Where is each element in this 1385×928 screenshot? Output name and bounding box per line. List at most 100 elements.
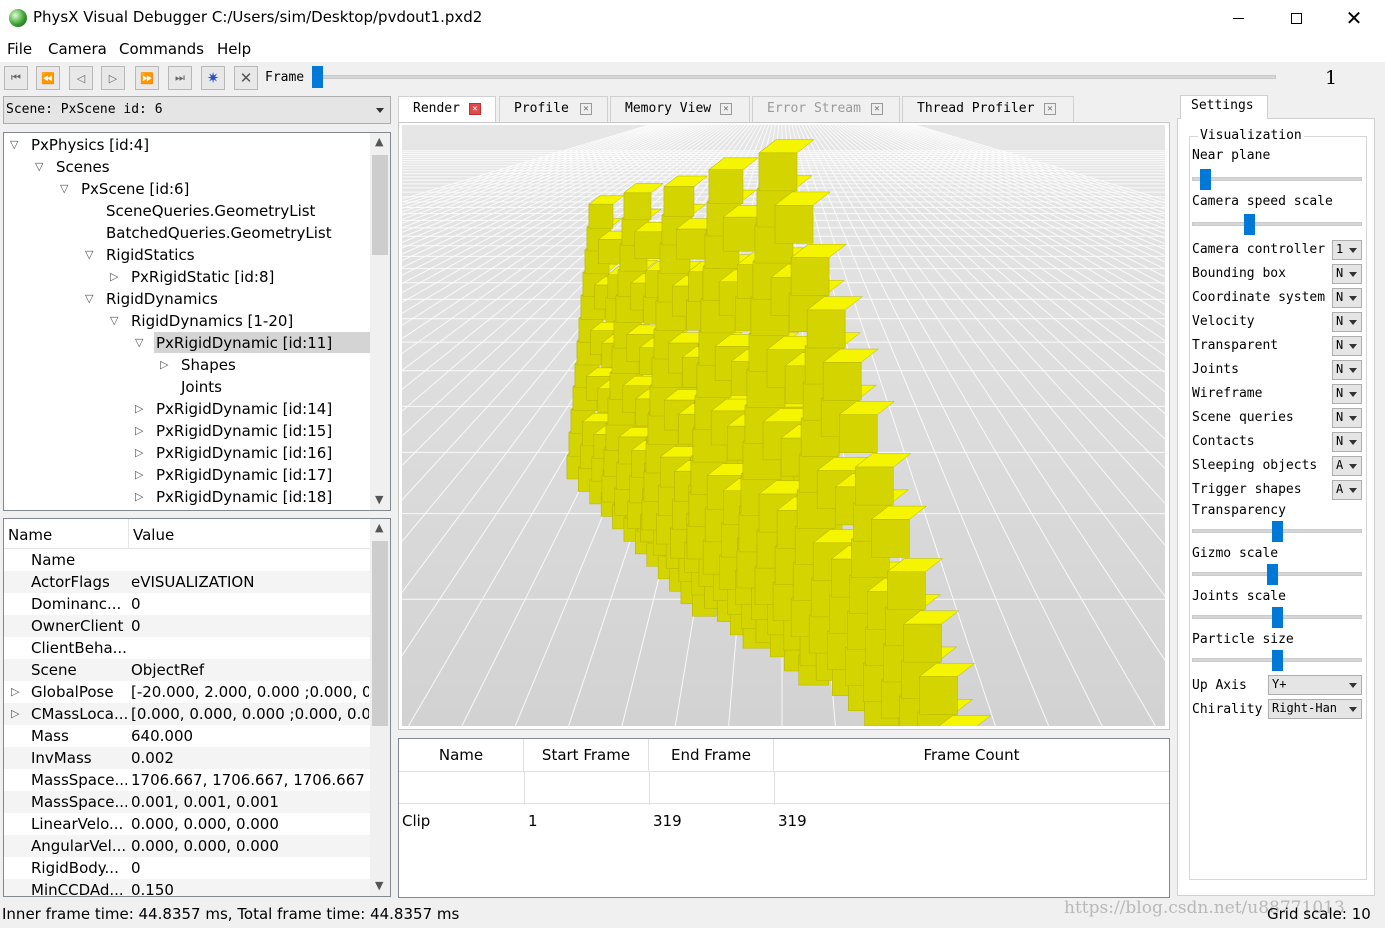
trigger-shapes-dropdown[interactable]: A: [1332, 480, 1362, 500]
scroll-up-icon[interactable]: ▲: [375, 135, 383, 148]
tree-node[interactable]: ▽ PxPhysics [id:4]: [4, 134, 370, 156]
up-axis-dropdown[interactable]: Y+: [1268, 675, 1362, 695]
rigid-box[interactable]: [774, 191, 831, 244]
clips-header-end[interactable]: End Frame: [649, 739, 774, 771]
tree-node[interactable]: ▷ PxRigidDynamic [id:17]: [4, 464, 370, 486]
scene-render[interactable]: [402, 125, 1165, 726]
minimize-button[interactable]: [1215, 0, 1261, 36]
menu-help[interactable]: Help: [217, 40, 251, 58]
rigid-box[interactable]: [854, 453, 912, 506]
tree-node[interactable]: ▽ RigidStatics: [4, 244, 370, 266]
gizmo-scale-slider-handle[interactable]: [1266, 564, 1278, 585]
near-plane-slider[interactable]: [1192, 177, 1362, 181]
scroll-down-icon[interactable]: ▼: [375, 493, 383, 506]
property-row[interactable]: Scene ObjectRef: [4, 659, 370, 681]
camera-controller-dropdown[interactable]: 1: [1332, 240, 1362, 260]
menu-camera[interactable]: Camera: [48, 40, 107, 58]
column-name[interactable]: Name: [8, 526, 52, 544]
clips-header-name[interactable]: Name: [399, 739, 524, 771]
expand-arrow-icon[interactable]: ▽: [10, 134, 18, 156]
menu-file[interactable]: File: [7, 40, 32, 58]
camera-speed-slider-handle[interactable]: [1244, 214, 1256, 235]
rigid-box[interactable]: [838, 400, 896, 454]
disconnect-button[interactable]: ✕: [234, 66, 258, 90]
property-row[interactable]: Name: [4, 549, 370, 571]
play-button[interactable]: ▷: [101, 66, 125, 90]
tree-node[interactable]: ▽ PxScene [id:6]: [4, 178, 370, 200]
joints-dropdown[interactable]: N: [1332, 360, 1362, 380]
property-row[interactable]: InvMass 0.002: [4, 747, 370, 769]
property-row[interactable]: MassSpace... 1706.667, 1706.667, 1706.667: [4, 769, 370, 791]
collapse-arrow-icon[interactable]: ▷: [160, 354, 168, 376]
tab-profile[interactable]: Profile ✕: [499, 96, 608, 122]
frame-slider[interactable]: [312, 75, 1276, 79]
property-row[interactable]: RigidBody... 0: [4, 857, 370, 879]
clips-table[interactable]: Name Start Frame End Frame Frame Count C…: [398, 738, 1170, 898]
clips-header-count[interactable]: Frame Count: [774, 739, 1169, 771]
bounding-box-dropdown[interactable]: N: [1332, 264, 1362, 284]
scene-queries-dropdown[interactable]: N: [1332, 408, 1362, 428]
collapse-arrow-icon[interactable]: ▷: [110, 266, 118, 288]
tree-node[interactable]: ▽ RigidDynamics [1-20]: [4, 310, 370, 332]
menu-commands[interactable]: Commands: [119, 40, 204, 58]
rigid-box[interactable]: [886, 557, 944, 611]
property-row[interactable]: MinCCDAd... 0.150: [4, 879, 370, 896]
contacts-dropdown[interactable]: N: [1332, 432, 1362, 452]
wireframe-dropdown[interactable]: N: [1332, 384, 1362, 404]
property-row[interactable]: ▷ GlobalPose [-20.000, 2.000, 0.000 ;0.000…: [4, 681, 370, 703]
tree-node[interactable]: ▷ PxRigidDynamic [id:16]: [4, 442, 370, 464]
tree-node[interactable]: ▷ PxRigidDynamic [id:15]: [4, 420, 370, 442]
close-icon[interactable]: ✕: [871, 103, 883, 115]
property-row[interactable]: Dominanc... 0: [4, 593, 370, 615]
property-row[interactable]: ▷ CMassLoca... [0.000, 0.000, 0.000 ;0.000…: [4, 703, 370, 725]
tree-node[interactable]: ▽ RigidDynamics: [4, 288, 370, 310]
tree-node[interactable]: ▽ Scenes: [4, 156, 370, 178]
step-back-button[interactable]: ⏪: [36, 66, 60, 90]
tree-node[interactable]: ▽ PxRigidDynamic [id:11]: [4, 332, 370, 354]
coordinate-system-dropdown[interactable]: N: [1332, 288, 1362, 308]
first-frame-button[interactable]: ⏮: [4, 66, 28, 90]
tab-error-stream[interactable]: Error Stream ✕: [752, 96, 900, 122]
property-row[interactable]: MassSpace... 0.001, 0.001, 0.001: [4, 791, 370, 813]
collapse-arrow-icon[interactable]: ▷: [135, 398, 143, 420]
rigid-box[interactable]: [806, 296, 863, 349]
expand-arrow-icon[interactable]: ▽: [135, 332, 143, 354]
rigid-box[interactable]: [822, 348, 880, 401]
expand-arrow-icon[interactable]: ▽: [85, 244, 93, 266]
expand-arrow-icon[interactable]: ▽: [35, 156, 43, 178]
property-row[interactable]: AngularVel... 0.000, 0.000, 0.000: [4, 835, 370, 857]
tab-thread-profiler[interactable]: Thread Profiler ✕: [902, 96, 1074, 122]
step-forward-button[interactable]: ⏩: [135, 66, 159, 90]
velocity-dropdown[interactable]: N: [1332, 312, 1362, 332]
rigid-box[interactable]: [918, 662, 976, 716]
tree-scrollbar[interactable]: ▲ ▼: [370, 133, 390, 510]
sleeping-objects-dropdown[interactable]: A: [1332, 456, 1362, 476]
collapse-arrow-icon[interactable]: ▷: [135, 420, 143, 442]
column-value[interactable]: Value: [133, 526, 174, 544]
transparent-dropdown[interactable]: N: [1332, 336, 1362, 356]
scroll-up-icon[interactable]: ▲: [375, 521, 383, 534]
tab-render[interactable]: Render ✕: [398, 96, 496, 123]
expand-arrow-icon[interactable]: ▽: [110, 310, 118, 332]
tree-node[interactable]: Joints: [4, 376, 370, 398]
camera-speed-slider[interactable]: [1192, 222, 1362, 226]
play-backward-button[interactable]: ◁: [69, 66, 93, 90]
property-row[interactable]: ActorFlags eVISUALIZATION: [4, 571, 370, 593]
collapse-arrow-icon[interactable]: ▷: [135, 442, 143, 464]
tab-settings[interactable]: Settings: [1180, 95, 1268, 119]
property-grid[interactable]: Name Value Name ActorFlags eVISUALIZATION D…: [3, 518, 391, 897]
property-row[interactable]: Mass 640.000: [4, 725, 370, 747]
table-row[interactable]: Clip 1 319 319: [399, 771, 1169, 830]
property-row[interactable]: ClientBeha...: [4, 637, 370, 659]
scroll-down-icon[interactable]: ▼: [375, 879, 383, 892]
property-scroll-thumb[interactable]: [372, 541, 388, 726]
close-icon[interactable]: ✕: [469, 103, 481, 115]
expand-arrow-icon[interactable]: ▽: [60, 178, 68, 200]
scene-tree[interactable]: ▽ PxPhysics [id:4] ▽ Scenes ▽ PxScene [id:6] S…: [3, 132, 391, 511]
tree-node[interactable]: ▷ PxRigidStatic [id:8]: [4, 266, 370, 288]
transparency-slider-handle[interactable]: [1271, 521, 1283, 542]
tree-node[interactable]: BatchedQueries.GeometryList: [4, 222, 370, 244]
close-icon[interactable]: ✕: [1044, 103, 1056, 115]
connect-button[interactable]: ✷: [201, 66, 225, 90]
close-icon[interactable]: ✕: [580, 103, 592, 115]
